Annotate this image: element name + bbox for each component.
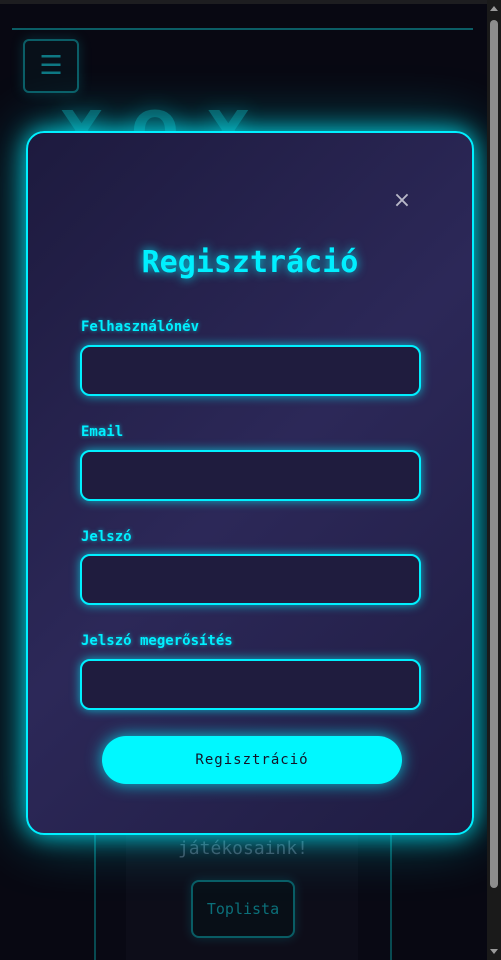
scrollbar[interactable] <box>487 0 501 960</box>
username-input[interactable] <box>80 345 421 396</box>
scroll-down-icon[interactable] <box>490 949 498 954</box>
username-label: Felhasználónév <box>81 319 200 335</box>
password-input[interactable] <box>80 554 421 605</box>
register-button[interactable]: Regisztráció <box>102 736 402 784</box>
modal-title: Regisztráció <box>141 245 359 280</box>
confirm-password-input[interactable] <box>80 659 421 710</box>
registration-modal: × Regisztráció Felhasználónév Email Jels… <box>26 131 474 835</box>
close-icon[interactable]: × <box>392 190 412 212</box>
page: ☰ XOX játékosaink! Toplista × Regisztrác… <box>0 0 501 960</box>
email-label: Email <box>81 424 124 440</box>
scroll-up-icon[interactable] <box>490 6 498 11</box>
confirm-password-label: Jelszó megerősítés <box>81 633 233 649</box>
email-input[interactable] <box>80 450 421 501</box>
password-label: Jelszó <box>81 529 132 545</box>
scroll-thumb[interactable] <box>490 20 498 888</box>
